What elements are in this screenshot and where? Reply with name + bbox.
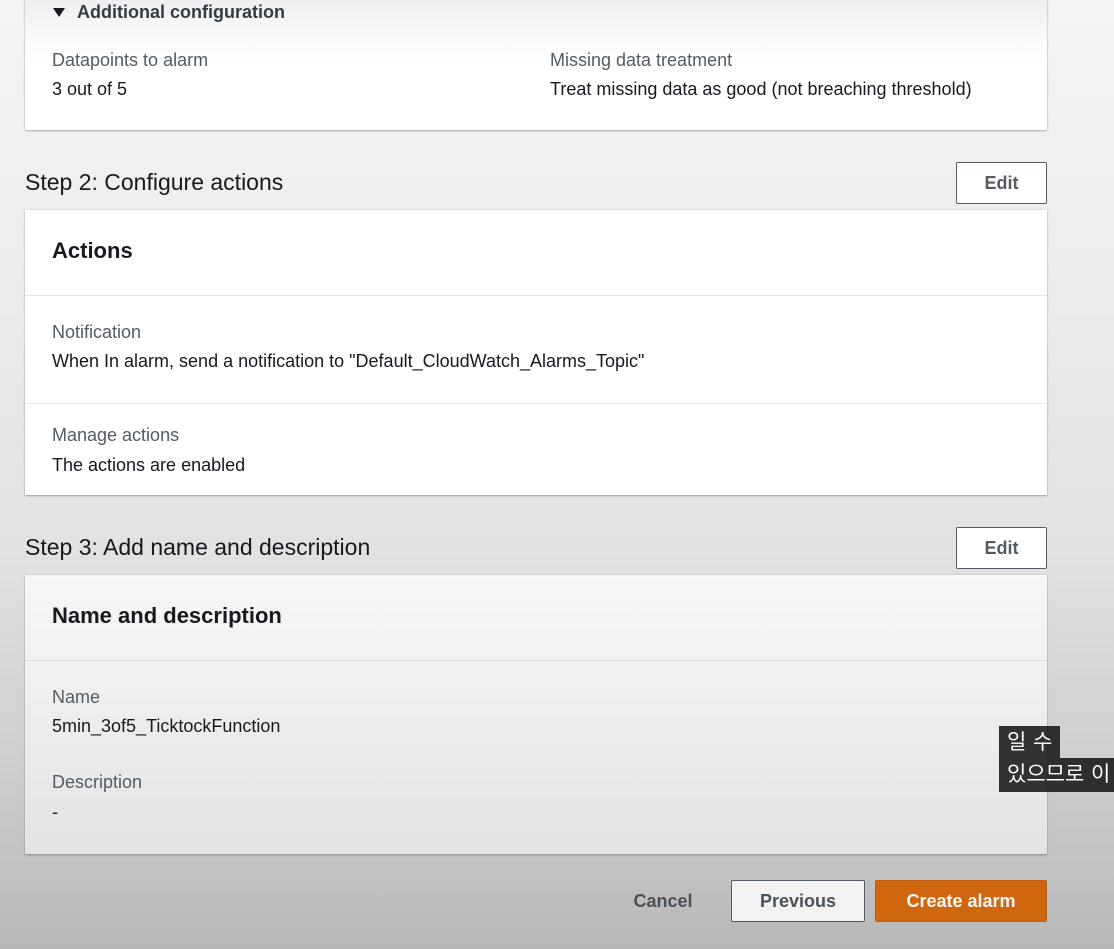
missing-data-treatment-label: Missing data treatment: [550, 50, 733, 70]
step-2-edit-button[interactable]: Edit: [956, 162, 1047, 204]
actions-card-title: Actions: [52, 238, 133, 263]
row-divider: [25, 403, 1047, 404]
datapoints-to-alarm-label: Datapoints to alarm: [52, 50, 209, 70]
step-2-title: Step 2: Configure actions: [25, 169, 284, 195]
caret-down-icon[interactable]: [53, 8, 65, 17]
subtitle-line-1: 일 수: [999, 726, 1061, 758]
name-and-description-card-header: Name and description: [25, 575, 1047, 661]
additional-configuration-toggle[interactable]: Additional configuration: [77, 2, 285, 23]
step-3-title: Step 3: Add name and description: [25, 534, 371, 560]
step-3-edit-button[interactable]: Edit: [956, 527, 1047, 569]
previous-button[interactable]: Previous: [731, 880, 865, 922]
description-value: -: [52, 802, 58, 822]
additional-configuration-card: Additional configuration Datapoints to a…: [25, 0, 1047, 130]
name-and-description-card-title: Name and description: [52, 603, 282, 628]
missing-data-treatment-value: Treat missing data as good (not breachin…: [550, 79, 972, 99]
subtitle-line-2: 있으므로 이: [999, 758, 1114, 792]
description-label: Description: [52, 772, 143, 792]
datapoints-to-alarm-value: 3 out of 5: [52, 79, 128, 99]
actions-card-header: Actions: [25, 210, 1047, 296]
create-alarm-button[interactable]: Create alarm: [875, 880, 1047, 922]
manage-actions-label: Manage actions: [52, 425, 180, 445]
notification-value: When In alarm, send a notification to "D…: [52, 351, 645, 371]
cancel-button[interactable]: Cancel: [616, 880, 710, 922]
manage-actions-value: The actions are enabled: [52, 455, 246, 475]
name-value: 5min_3of5_TicktockFunction: [52, 716, 281, 736]
actions-card: Actions Notification When In alarm, send…: [25, 210, 1047, 495]
name-and-description-card: Name and description Name 5min_3of5_Tick…: [25, 575, 1047, 854]
notification-label: Notification: [52, 322, 142, 342]
name-label: Name: [52, 687, 101, 707]
